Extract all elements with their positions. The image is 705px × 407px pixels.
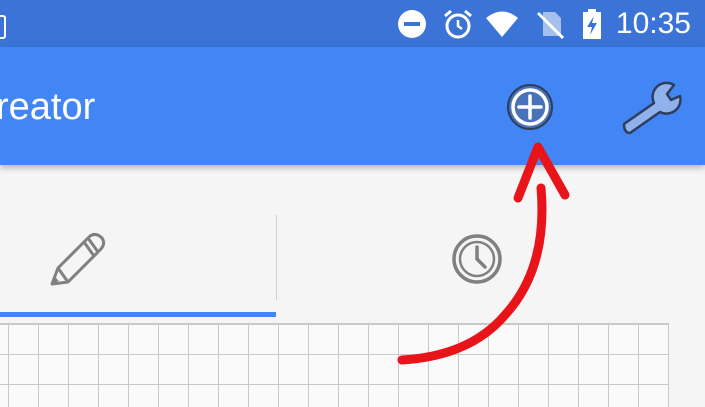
- tab-selected-indicator: [0, 312, 276, 317]
- no-sim-icon: [536, 11, 565, 40]
- status-bar: 10:35: [0, 0, 705, 47]
- battery-charging-icon: [583, 9, 601, 39]
- clock-icon: [452, 234, 502, 284]
- do-not-disturb-icon: [398, 10, 426, 38]
- alarm-icon: [444, 9, 472, 39]
- status-time: 10:35: [615, 7, 691, 40]
- wifi-icon: [486, 11, 518, 37]
- app-bar: reator: [0, 47, 705, 165]
- status-left-partial-icon: [0, 15, 6, 39]
- tab-bar: [0, 170, 705, 318]
- tab-history[interactable]: [277, 170, 705, 318]
- pencil-icon: [50, 232, 106, 286]
- add-circle-icon: [507, 84, 553, 130]
- add-button[interactable]: [504, 81, 556, 133]
- settings-button[interactable]: [616, 79, 686, 139]
- app-title: reator: [0, 86, 96, 128]
- wrench-icon: [622, 81, 682, 135]
- drawing-grid[interactable]: [0, 323, 669, 407]
- tab-draw[interactable]: [0, 170, 276, 318]
